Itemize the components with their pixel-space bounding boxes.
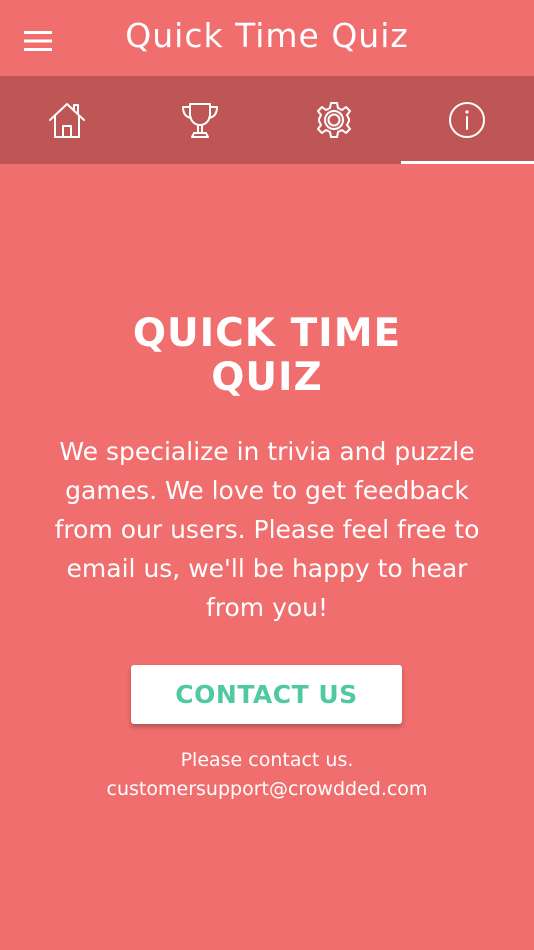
about-content: QUICK TIME QUIZ We specialize in trivia … (0, 164, 534, 950)
hamburger-menu-icon (24, 31, 52, 51)
about-title-line-1: QUICK TIME (132, 311, 402, 356)
gear-icon (316, 102, 351, 138)
home-icon (48, 103, 85, 138)
tab-settings[interactable] (267, 76, 401, 164)
tab-home[interactable] (0, 76, 134, 164)
app-title: Quick Time Quiz (125, 16, 409, 55)
contact-info: Please contact us. customersupport@crowd… (40, 746, 494, 804)
app-bar: Quick Time Quiz (0, 0, 534, 76)
trophy-icon (182, 103, 219, 138)
about-title: QUICK TIME QUIZ (67, 312, 467, 400)
about-description: We specialize in trivia and puzzle games… (54, 437, 480, 622)
tab-leaderboard[interactable] (134, 76, 268, 164)
menu-button[interactable] (18, 24, 58, 58)
contact-note: Please contact us. (180, 749, 354, 771)
about-title-line-2: QUIZ (211, 355, 323, 400)
info-icon (449, 102, 486, 138)
contact-us-button[interactable]: CONTACT US (131, 665, 402, 724)
tab-about[interactable] (400, 76, 534, 164)
contact-email[interactable]: customersupport@crowdded.com (40, 775, 494, 804)
tab-bar (0, 76, 534, 164)
